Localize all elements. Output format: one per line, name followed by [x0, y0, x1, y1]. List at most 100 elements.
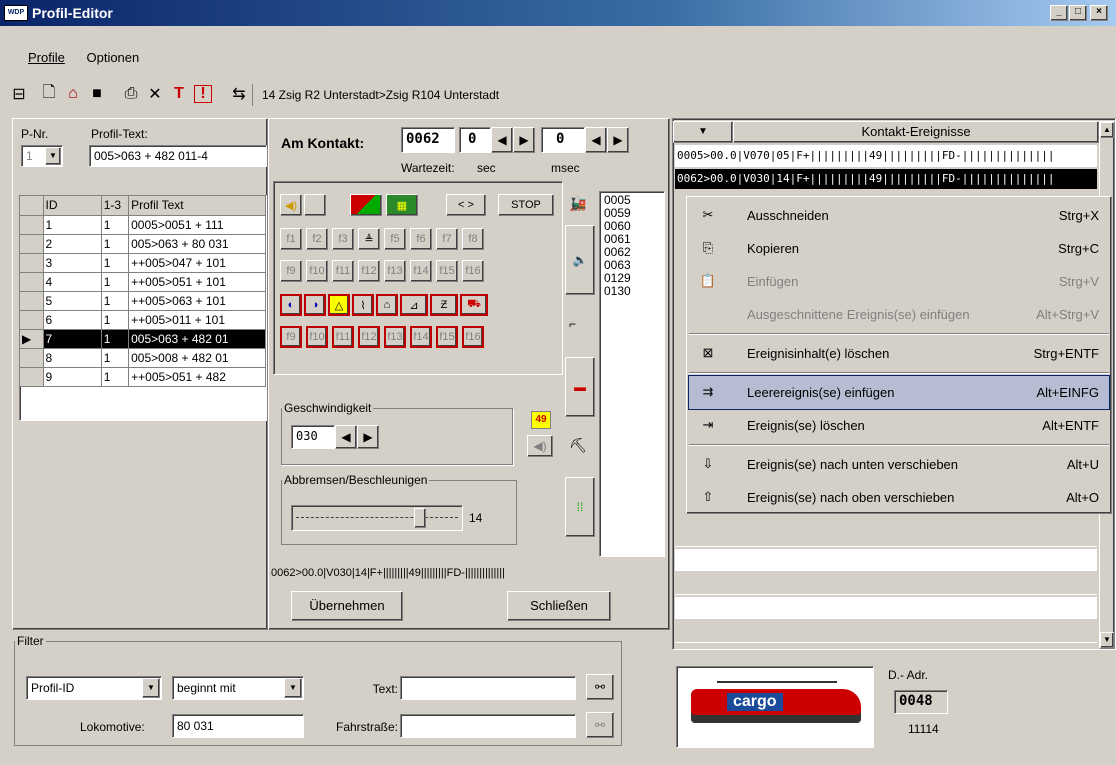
slope-icon[interactable]: Ƶ	[430, 294, 458, 316]
horn-icon[interactable]: ◀)	[280, 194, 302, 216]
event-row[interactable]	[675, 549, 1097, 571]
sec-left-icon[interactable]: ◀	[491, 127, 513, 153]
msec-right-icon[interactable]: ▶	[607, 127, 629, 153]
network-icon[interactable]: ⊟	[8, 83, 30, 105]
binoculars-icon[interactable]: ⚯	[586, 674, 614, 700]
row-indicator[interactable]	[20, 291, 44, 311]
context-menu-item[interactable]: ⊠ Ereignisinhalt(e) löschen Strg+ENTF	[689, 337, 1109, 370]
grid-icon[interactable]: ⁞⁞	[565, 477, 595, 537]
table-row[interactable]: 9 1 ++005>051 + 482	[20, 367, 266, 387]
function-button[interactable]: f11	[332, 326, 354, 348]
context-menu-item[interactable]: ✂ Ausschneiden Strg+X	[689, 199, 1109, 232]
kontakt-input[interactable]: 0062	[401, 127, 455, 153]
crane2-icon[interactable]: ⛏	[569, 437, 587, 454]
function-button[interactable]: f9	[280, 326, 302, 348]
delete-icon[interactable]: ✕	[144, 83, 166, 105]
function-button[interactable]: f15	[436, 326, 458, 348]
close-button[interactable]: ×	[1090, 5, 1108, 21]
nav-button[interactable]: < >	[446, 194, 486, 216]
shunting-icon[interactable]: ⌂	[376, 294, 398, 316]
brake-slider-thumb[interactable]	[414, 508, 426, 528]
row-indicator[interactable]	[20, 253, 44, 273]
context-menu-item[interactable]: 📋 Einfügen Strg+V	[689, 265, 1109, 298]
speed-right-icon[interactable]: ▶	[357, 425, 379, 449]
function-button[interactable]: f9	[280, 260, 302, 282]
function-button[interactable]: f14	[410, 326, 432, 348]
profiltext-input[interactable]: 005>063 + 482 011-4	[89, 145, 267, 167]
loco-input[interactable]: 80 031	[172, 714, 304, 738]
row-indicator[interactable]	[20, 367, 44, 387]
chevron-down-icon[interactable]: ▼	[142, 678, 160, 698]
function-button[interactable]: f13	[384, 260, 406, 282]
ramp-function-icon[interactable]: ≜	[358, 228, 380, 250]
table-row[interactable]: 6 1 ++005>011 + 101	[20, 310, 266, 330]
mute-icon[interactable]: ◀)	[527, 435, 553, 457]
function-button[interactable]: f10	[306, 326, 328, 348]
warning-icon[interactable]: △	[328, 294, 350, 316]
light-rear-icon[interactable]: ◑	[304, 294, 326, 316]
msec-left-icon[interactable]: ◀	[585, 127, 607, 153]
minimize-button[interactable]: _	[1050, 5, 1068, 21]
blank-button[interactable]	[304, 194, 326, 216]
msec-input[interactable]: 0	[541, 127, 585, 153]
sec-input[interactable]: 0	[459, 127, 491, 153]
filter-field-select[interactable]: Profil-ID ▼	[26, 676, 162, 700]
maximize-button[interactable]: □	[1069, 5, 1087, 21]
function-button[interactable]: f12	[358, 260, 380, 282]
table-row[interactable]: 2 1 005>063 + 80 031	[20, 234, 266, 254]
ramp-icon[interactable]: ⊿	[400, 294, 428, 316]
signal-icon[interactable]: ▬	[565, 357, 595, 417]
row-indicator[interactable]	[20, 272, 44, 292]
row-indicator[interactable]	[20, 348, 44, 368]
function-button[interactable]: f6	[410, 228, 432, 250]
table-row[interactable]: 8 1 005>008 + 482 01	[20, 348, 266, 368]
signal-flag-icon[interactable]	[350, 194, 382, 216]
binoculars-disabled-icon[interactable]: ⚯	[586, 712, 614, 738]
context-menu-item[interactable]: ⇩ Ereignis(se) nach unten verschieben Alt+…	[689, 448, 1109, 481]
kontakt-list[interactable]: 0005 0059 0060 0061 0062 0063 0129 0130	[599, 191, 665, 557]
profile-icon[interactable]: ⌂	[62, 83, 84, 105]
function-button[interactable]: f15	[436, 260, 458, 282]
apply-button[interactable]: Übernehmen	[291, 591, 403, 621]
new-document-icon[interactable]: 🗋	[38, 83, 60, 105]
function-button[interactable]: f5	[384, 228, 406, 250]
function-button[interactable]: f12	[358, 326, 380, 348]
save-icon[interactable]: ■	[86, 83, 108, 105]
speed-input[interactable]: 030	[291, 425, 335, 449]
event-row[interactable]	[675, 621, 1097, 643]
function-button[interactable]: f3	[332, 228, 354, 250]
text-input[interactable]	[400, 676, 576, 700]
function-button[interactable]: f2	[306, 228, 328, 250]
col-k[interactable]: 1-3	[101, 196, 130, 216]
context-menu-item[interactable]: ⇥ Ereignis(se) löschen Alt+ENTF	[689, 409, 1109, 442]
coupler-icon[interactable]: ⛟	[460, 294, 488, 316]
table-row[interactable]: 4 1 ++005>051 + 101	[20, 272, 266, 292]
print-icon[interactable]: ⎙	[120, 83, 142, 105]
function-button[interactable]: f7	[436, 228, 458, 250]
crane-icon[interactable]: ⌐	[569, 317, 576, 331]
table-row[interactable]: 1 1 0005>0051 + 111	[20, 215, 266, 235]
pnr-select[interactable]: 1 ▼	[21, 145, 63, 167]
row-indicator[interactable]	[20, 310, 44, 330]
light-front-icon[interactable]: ◐	[280, 294, 302, 316]
close-dialog-button[interactable]: Schließen	[507, 591, 611, 621]
col-text[interactable]: Profil Text	[128, 196, 266, 216]
menu-profile[interactable]: Profile	[28, 50, 65, 65]
function-button[interactable]: f1	[280, 228, 302, 250]
row-indicator[interactable]	[20, 234, 44, 254]
menu-options[interactable]: Optionen	[86, 50, 139, 65]
chevron-down-icon[interactable]: ▼	[284, 678, 302, 698]
event-row[interactable]	[675, 597, 1097, 619]
function-button[interactable]: f13	[384, 326, 406, 348]
events-dropdown-icon[interactable]: ▼	[673, 121, 733, 143]
event-row[interactable]	[675, 525, 1097, 547]
chevron-down-icon[interactable]: ▼	[45, 147, 61, 165]
context-menu-item[interactable]: ⇉ Leerereignis(se) einfügen Alt+EINFG	[688, 375, 1110, 410]
context-menu-item[interactable]: ⇧ Ereignis(se) nach oben verschieben Alt+O	[689, 481, 1109, 514]
function-button[interactable]: f14	[410, 260, 432, 282]
context-menu-item[interactable]: Ausgeschnittene Ereignis(se) einfügen Alt…	[689, 298, 1109, 331]
filter-op-select[interactable]: beginnt mit ▼	[172, 676, 304, 700]
table-row[interactable]: 5 1 ++005>063 + 101	[20, 291, 266, 311]
locomotive-icon[interactable]: 🚂	[569, 195, 586, 212]
function-button[interactable]: f11	[332, 260, 354, 282]
